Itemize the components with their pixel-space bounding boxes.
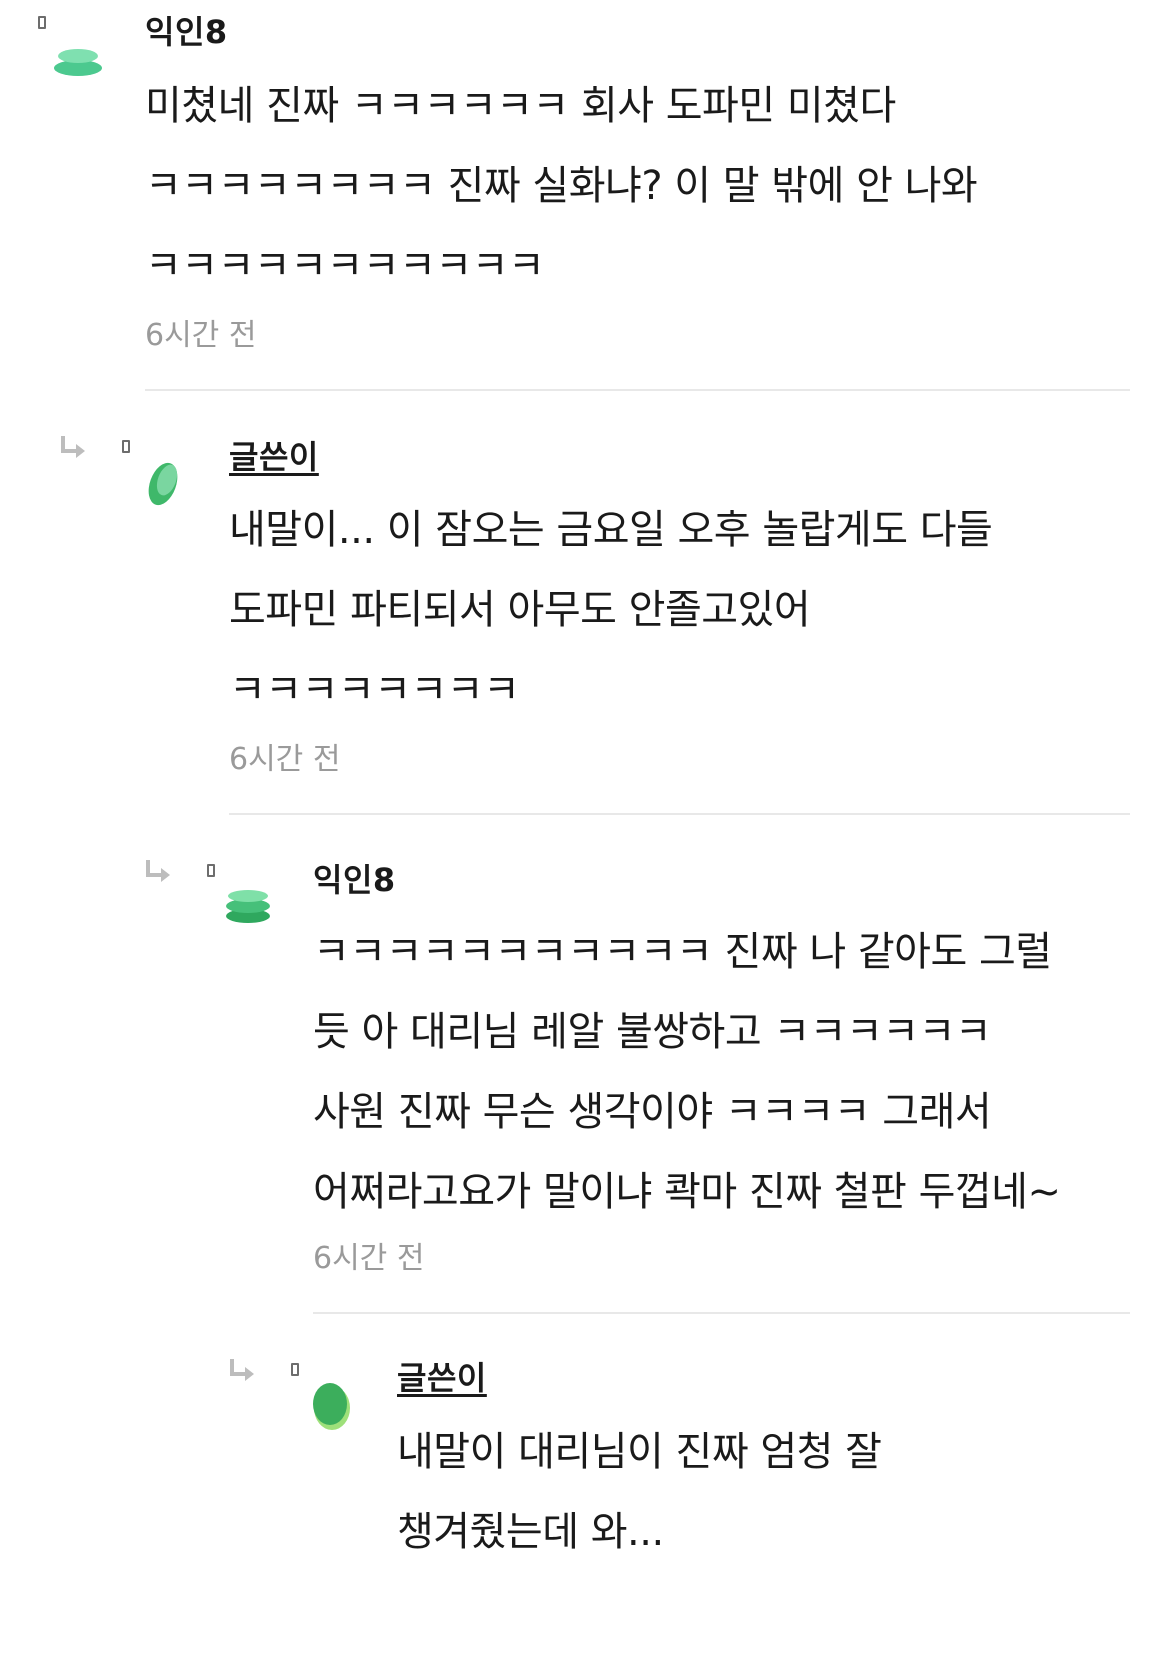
comment-timestamp: 6시간 전 (229, 742, 341, 777)
comment-divider (145, 389, 1130, 391)
marker-icon (207, 864, 215, 877)
reply-arrow-icon (61, 436, 85, 458)
comment-timestamp: 6시간 전 (313, 1241, 425, 1276)
marker-icon (122, 440, 130, 453)
comment-text: 내말이 대리님이 진짜 엄청 잘 챙겨줬는데 와... (397, 1429, 882, 1555)
avatar-icon[interactable] (304, 1378, 360, 1434)
comment-author[interactable]: 익인8 (313, 860, 396, 900)
comment-text: ㅋㅋㅋㅋㅋㅋㅋㅋㅋㅋㅋ 진짜 나 같아도 그럴 듯 아 대리님 레알 불쌍하고 … (313, 929, 1061, 1215)
comment-author[interactable]: 글쓴이 (397, 1358, 487, 1398)
comment-text: 미쳤네 진짜 ㅋㅋㅋㅋㅋㅋ 회사 도파민 미쳤다 ㅋㅋㅋㅋㅋㅋㅋㅋ 진짜 실화냐… (145, 83, 978, 289)
comment-text: 내말이... 이 잠오는 금요일 오후 놀랍게도 다들 도파민 파티되서 아무도… (229, 507, 993, 713)
comment-divider (313, 1312, 1130, 1314)
comment-divider (229, 813, 1130, 815)
marker-icon (291, 1363, 299, 1376)
avatar-icon[interactable] (220, 880, 276, 936)
reply-arrow-icon (230, 1359, 254, 1381)
comment-author[interactable]: 익인8 (145, 12, 228, 52)
avatar-icon[interactable] (50, 38, 106, 94)
reply-arrow-icon (146, 860, 170, 882)
marker-icon (38, 16, 46, 29)
comment-timestamp: 6시간 전 (145, 318, 257, 353)
avatar-icon[interactable] (135, 456, 191, 512)
comment-author[interactable]: 글쓴이 (229, 437, 319, 477)
